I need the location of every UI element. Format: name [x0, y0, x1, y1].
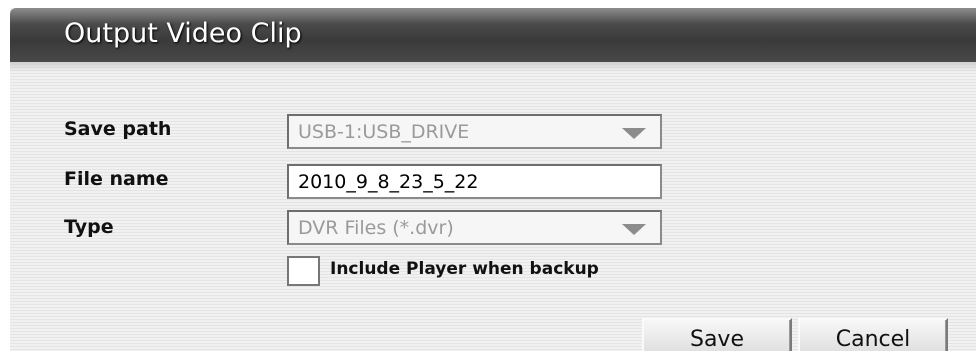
type-select[interactable]: DVR Files (*.dvr) — [287, 210, 662, 245]
output-video-clip-dialog: Output Video Clip Save path USB-1:USB_DR… — [10, 8, 976, 351]
chevron-down-icon[interactable] — [622, 224, 646, 235]
titlebar-shadow — [10, 62, 976, 72]
save-button[interactable]: Save — [642, 318, 792, 351]
file-name-label: File name — [64, 168, 169, 190]
dialog-titlebar[interactable]: Output Video Clip — [10, 8, 976, 62]
file-name-input[interactable]: 2010_9_8_23_5_22 — [287, 164, 662, 199]
chevron-down-icon[interactable] — [622, 128, 646, 139]
save-path-label: Save path — [64, 118, 172, 140]
include-player-label: Include Player when backup — [330, 259, 599, 279]
cancel-button[interactable]: Cancel — [798, 318, 948, 351]
type-label: Type — [64, 216, 114, 238]
save-path-value: USB-1:USB_DRIVE — [298, 121, 470, 143]
include-player-checkbox[interactable] — [287, 256, 320, 286]
file-name-value: 2010_9_8_23_5_22 — [298, 171, 479, 193]
save-path-select[interactable]: USB-1:USB_DRIVE — [287, 114, 662, 149]
dialog-title: Output Video Clip — [64, 18, 302, 49]
type-value: DVR Files (*.dvr) — [298, 217, 454, 239]
